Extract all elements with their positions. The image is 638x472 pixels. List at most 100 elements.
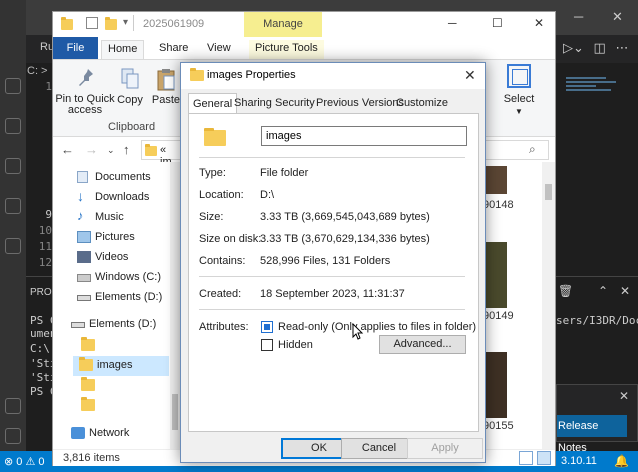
close-icon[interactable]: ✕: [464, 67, 476, 84]
apply-button[interactable]: Apply: [407, 438, 483, 459]
problems-status[interactable]: ⊗ 0 ⚠ 0: [4, 455, 44, 468]
tab-file[interactable]: File: [53, 37, 98, 59]
tab-home[interactable]: Home: [101, 40, 145, 59]
select-icon[interactable]: [507, 64, 531, 88]
python-version[interactable]: 3.10.11: [561, 455, 597, 467]
sidebar-item-elements-d[interactable]: Elements (D:): [77, 288, 169, 308]
recent-locations-icon[interactable]: ⌄: [107, 145, 115, 156]
ribbon-tabs: File Home Share View Picture Tools ⌄ ?: [53, 37, 555, 78]
sidebar-item-label: Documents: [95, 171, 151, 183]
sidebar-item-windows-c[interactable]: Windows (C:): [77, 268, 169, 288]
forward-arrow-icon[interactable]: →: [85, 142, 98, 157]
hidden-label[interactable]: Hidden: [278, 339, 313, 351]
paste-button[interactable]: Paste: [151, 60, 181, 106]
source-control-icon[interactable]: [5, 158, 21, 174]
search-view-icon[interactable]: [5, 118, 21, 134]
line-number: 9: [45, 208, 52, 221]
pin-to-quick-access-button[interactable]: Pin to Quick access: [55, 60, 115, 116]
readonly-checkbox[interactable]: [261, 321, 273, 333]
qat-dropdown-icon[interactable]: ▾: [123, 17, 128, 28]
content-scrollbar[interactable]: [542, 162, 555, 449]
maximize-icon[interactable]: ☐: [492, 16, 503, 30]
tab-sharing[interactable]: Sharing: [234, 95, 272, 112]
up-arrow-icon[interactable]: ↑: [123, 142, 130, 157]
vscode-activity-bar: [0, 0, 26, 472]
explorer-view-icon[interactable]: [5, 78, 21, 94]
hidden-checkbox[interactable]: [261, 339, 273, 351]
search-icon[interactable]: ⌕: [529, 142, 536, 157]
sidebar-item-images[interactable]: images: [73, 356, 169, 376]
copy-button[interactable]: Copy: [115, 60, 145, 106]
sidebar-item-folder[interactable]: [81, 396, 169, 416]
image-thumbnail[interactable]: [483, 166, 507, 194]
image-thumbnail[interactable]: [483, 352, 507, 418]
minimap[interactable]: [566, 75, 626, 111]
close-panel-icon[interactable]: ✕: [620, 284, 630, 298]
run-icon[interactable]: ▷⌄: [563, 40, 584, 55]
tab-security[interactable]: Security: [275, 95, 315, 112]
folder-name-field[interactable]: images: [261, 126, 467, 146]
minimize-icon[interactable]: ─: [448, 16, 457, 30]
line-number: [30, 96, 52, 112]
tab-picture-tools[interactable]: Picture Tools: [249, 40, 324, 59]
sidebar-item-elements-d-root[interactable]: Elements (D:): [71, 315, 169, 335]
image-thumbnail[interactable]: [483, 242, 507, 308]
close-icon[interactable]: ✕: [612, 9, 623, 25]
sidebar-item-folder[interactable]: [81, 376, 169, 396]
documents-icon: [77, 171, 88, 183]
scrollbar-thumb[interactable]: [545, 184, 552, 200]
tab-previous-versions[interactable]: Previous Versions: [316, 95, 404, 112]
account-icon[interactable]: [5, 398, 21, 414]
large-icons-view-icon[interactable]: [537, 451, 551, 465]
network-icon: [71, 427, 85, 439]
folder-icon: [145, 144, 157, 156]
readonly-label[interactable]: Read-only (Only applies to files in fold…: [278, 321, 476, 333]
scrollbar-thumb[interactable]: [172, 394, 178, 430]
maximize-panel-icon[interactable]: ⌃: [598, 284, 608, 298]
tab-customize[interactable]: Customize: [396, 95, 448, 112]
minimize-icon[interactable]: ─: [574, 9, 583, 24]
folder-icon: [190, 68, 204, 81]
sidebar-item-pictures[interactable]: Pictures: [77, 228, 169, 248]
back-arrow-icon[interactable]: ←: [61, 142, 74, 157]
type-label: Type:: [199, 167, 226, 179]
close-icon[interactable]: ✕: [534, 16, 544, 30]
details-view-icon[interactable]: [519, 451, 533, 465]
drive-icon: [77, 274, 91, 282]
trash-icon[interactable]: 🗑: [558, 284, 573, 298]
close-icon[interactable]: ✕: [619, 389, 629, 403]
sidebar-item-network[interactable]: Network: [71, 424, 169, 444]
sidebar-item-documents[interactable]: Documents: [77, 168, 169, 188]
divider: [199, 309, 465, 310]
more-actions-icon[interactable]: ⋯: [615, 40, 628, 55]
cancel-button[interactable]: Cancel: [341, 438, 417, 459]
sidebar-item-downloads[interactable]: ↓ Downloads: [77, 188, 169, 208]
tab-general[interactable]: General: [188, 93, 238, 114]
settings-gear-icon[interactable]: [5, 428, 21, 444]
release-notes-button[interactable]: Release Notes: [557, 415, 627, 454]
sidebar-item-videos[interactable]: Videos: [77, 248, 169, 268]
panel-title[interactable]: PRO: [30, 287, 52, 298]
select-button[interactable]: Select ▼: [498, 93, 540, 117]
tab-view[interactable]: View: [201, 40, 237, 59]
address-bar[interactable]: « im: [141, 140, 181, 168]
general-panel: images Type: File folder Location: D:\ S…: [188, 113, 479, 432]
created-value: 18 September 2023, 11:31:37: [260, 288, 405, 300]
location-value: D:\: [260, 189, 275, 201]
new-folder-icon[interactable]: [105, 17, 117, 30]
extensions-icon[interactable]: [5, 238, 21, 254]
thumbnail-label: 90148: [483, 199, 514, 211]
advanced-button[interactable]: Advanced...: [379, 335, 466, 354]
sidebar-scrollbar[interactable]: [170, 162, 180, 449]
bell-icon[interactable]: 🔔: [614, 454, 629, 468]
search-box[interactable]: [485, 140, 549, 160]
sidebar-item-folder[interactable]: [81, 336, 169, 356]
pin-icon: [79, 69, 93, 86]
properties-icon[interactable]: [86, 17, 98, 29]
run-debug-icon[interactable]: [5, 198, 21, 214]
split-editor-icon[interactable]: ◫: [594, 40, 606, 55]
copy-label: Copy: [117, 94, 143, 106]
sidebar-item-music[interactable]: ♪ Music: [77, 208, 169, 228]
sidebar-item-label: Elements (D:): [89, 318, 157, 330]
tab-share[interactable]: Share: [153, 40, 194, 59]
